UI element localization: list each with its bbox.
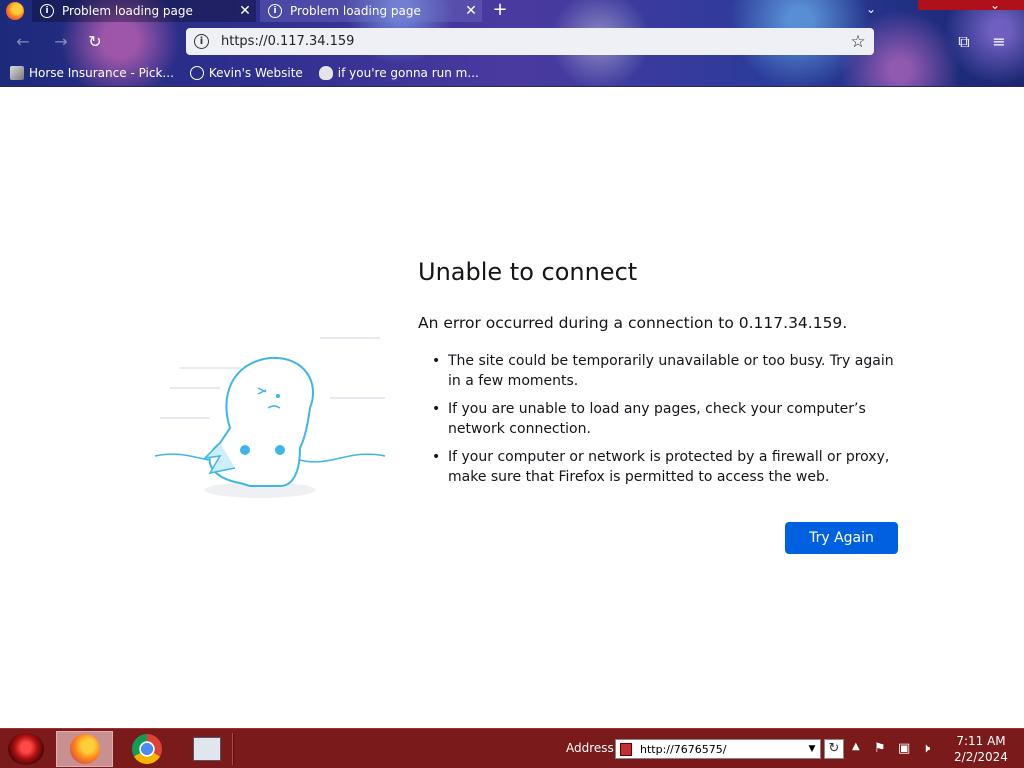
error-subtitle: An error occurred during a connection to… [418, 314, 848, 332]
error-page: Unable to connect An error occurred duri… [0, 88, 1024, 728]
clock-time: 7:11 AM [956, 734, 1006, 748]
volume-muted-icon[interactable]: 🕨 [922, 741, 930, 756]
tab-close-icon[interactable]: ✕ [234, 3, 256, 19]
site-info-icon[interactable]: i [194, 34, 209, 49]
window-close-icon[interactable]: ⌄ [990, 0, 1000, 12]
tab-bar: i Problem loading page ✕ i Problem loadi… [0, 0, 1024, 22]
new-tab-button[interactable]: + [490, 0, 510, 22]
globe-icon [189, 66, 204, 80]
forward-button[interactable]: → [50, 31, 72, 53]
nav-bar: ← → ↻ i https://0.117.34.159 ☆ ⧉ ≡ [0, 28, 1024, 56]
bookmark-horse-insurance[interactable]: Horse Insurance - Pick... [10, 66, 174, 80]
list-item: If you are unable to load any pages, che… [432, 399, 902, 439]
bookmarks-toolbar: Horse Insurance - Pick... Kevin's Websit… [0, 62, 1024, 84]
window-app-icon [192, 737, 221, 761]
url-text[interactable]: https://0.117.34.159 [221, 34, 846, 49]
chrome-icon [131, 734, 162, 764]
firefox-icon [69, 734, 100, 764]
address-value[interactable]: http://7676575/ [640, 743, 804, 756]
list-all-tabs-icon[interactable]: ⌄ [866, 2, 880, 16]
address-input[interactable]: http://7676575/ ▼ [615, 739, 821, 759]
error-title: Unable to connect [418, 258, 638, 286]
window-controls [918, 0, 1024, 10]
tray-expand-icon[interactable]: ▲ [852, 741, 860, 752]
address-refresh-button[interactable]: ↻ [824, 739, 844, 759]
taskbar-app[interactable] [178, 731, 235, 767]
bookmark-star-icon[interactable]: ☆ [846, 32, 870, 52]
network-icon[interactable]: ▣ [898, 741, 910, 756]
bookmark-label: Horse Insurance - Pick... [29, 66, 174, 80]
tab-title: Problem loading page [62, 4, 193, 18]
flag-icon[interactable]: ⚑ [874, 741, 886, 756]
menu-icon[interactable]: ≡ [988, 31, 1010, 53]
tab-1[interactable]: i Problem loading page ✕ [32, 0, 256, 22]
bookmark-gonna-run[interactable]: if you're gonna run m... [318, 66, 479, 80]
list-item: If your computer or network is protected… [432, 447, 902, 487]
list-item: The site could be temporarily unavailabl… [432, 351, 902, 391]
horse-icon [10, 66, 24, 80]
tab-close-icon[interactable]: ✕ [460, 3, 482, 19]
clock-date: 2/2/2024 [954, 750, 1008, 764]
bookmark-label: if you're gonna run m... [337, 66, 479, 80]
dino-unplugged-illustration-icon [154, 337, 386, 498]
try-again-button[interactable]: Try Again [785, 522, 898, 554]
firefox-logo-icon[interactable] [6, 2, 24, 20]
address-label: Address [566, 741, 614, 755]
chevron-down-icon[interactable]: ▼ [804, 744, 820, 754]
url-bar[interactable]: i https://0.117.34.159 ☆ [186, 28, 874, 55]
taskbar-separator [232, 733, 234, 765]
reload-button[interactable]: ↻ [84, 31, 106, 53]
back-button[interactable]: ← [12, 31, 34, 53]
taskbar-chrome[interactable] [118, 731, 175, 767]
extensions-icon[interactable]: ⧉ [953, 31, 975, 53]
start-button[interactable] [8, 733, 44, 765]
taskbar: Address http://7676575/ ▼ ↻ ▲ ⚑ ▣ 🕨 7:11… [0, 728, 1024, 768]
info-icon: i [268, 4, 282, 18]
error-reasons-list: The site could be temporarily unavailabl… [432, 351, 902, 495]
tab-title: Problem loading page [290, 4, 421, 18]
taskbar-firefox[interactable] [56, 731, 113, 767]
bookmark-label: Kevin's Website [208, 66, 303, 80]
info-icon: i [40, 4, 54, 18]
bookmark-kevins-website[interactable]: Kevin's Website [189, 66, 303, 80]
browser-chrome: i Problem loading page ✕ i Problem loadi… [0, 0, 1024, 87]
tab-2[interactable]: i Problem loading page ✕ [260, 0, 482, 22]
page-icon [620, 742, 632, 756]
system-clock[interactable]: 7:11 AM 2/2/2024 [952, 733, 1010, 765]
skull-icon [318, 66, 333, 80]
